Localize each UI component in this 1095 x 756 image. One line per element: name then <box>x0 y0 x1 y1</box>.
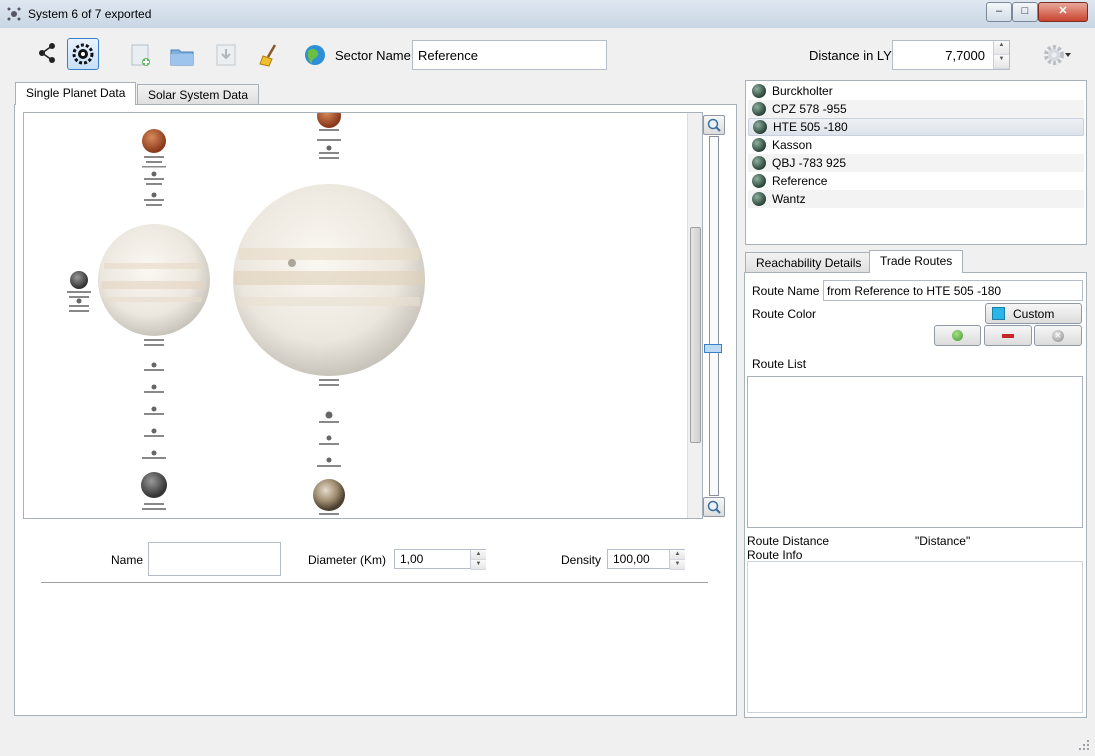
route-list-label: Route List <box>752 357 807 371</box>
planet-icon <box>752 102 766 116</box>
window-title: System 6 of 7 exported <box>28 7 152 21</box>
minimize-button[interactable]: – <box>986 2 1012 22</box>
zoom-slider-track[interactable] <box>709 136 719 496</box>
close-button[interactable]: ✕ <box>1038 2 1088 22</box>
tab-solar-system[interactable]: Solar System Data <box>137 84 260 105</box>
remove-icon <box>1002 333 1014 338</box>
route-info-label: Route Info <box>747 548 803 562</box>
connections-button[interactable] <box>32 38 62 68</box>
route-color-label: Route Color <box>752 307 817 321</box>
new-file-icon <box>131 44 150 66</box>
planet-icon <box>752 84 766 98</box>
planet-top-right <box>317 113 341 128</box>
route-name-label: Route Name <box>752 284 820 298</box>
planet-diagram <box>67 113 425 515</box>
distance-label: Distance in LY <box>809 48 892 63</box>
route-name-input[interactable]: from Reference to HTE 505 -180 <box>823 280 1083 301</box>
zoom-slider-handle[interactable] <box>704 344 722 353</box>
app-icon <box>7 7 21 21</box>
list-item[interactable]: Reference <box>748 172 1084 190</box>
planet-small-moon <box>70 271 88 289</box>
sector-globe <box>300 40 330 70</box>
gear-system-icon <box>72 43 94 65</box>
folder-icon <box>170 49 194 66</box>
form-divider <box>41 582 708 583</box>
app-window: System 6 of 7 exported – □ ✕ Sector Name… <box>0 0 1095 756</box>
planet-gas-giant-small <box>98 224 210 336</box>
canvas-vertical-scrollbar[interactable] <box>687 113 702 518</box>
sector-name-label: Sector Name <box>335 48 411 63</box>
color-swatch <box>992 307 1005 320</box>
list-item[interactable]: QBJ -783 925 <box>748 154 1084 172</box>
list-item-label: Reference <box>772 174 828 188</box>
tab-trade-routes[interactable]: Trade Routes <box>869 250 964 273</box>
list-item-label: HTE 505 -180 <box>773 120 848 134</box>
route-color-button[interactable]: Custom <box>985 303 1082 324</box>
clear-button[interactable] <box>255 40 285 70</box>
broom-icon <box>259 44 277 67</box>
gear-icon <box>1044 45 1071 65</box>
list-item[interactable]: CPZ 578 -955 <box>748 100 1084 118</box>
list-item[interactable]: Kasson <box>748 136 1084 154</box>
list-item[interactable]: Burckholter <box>748 82 1084 100</box>
zoom-out-icon <box>707 500 721 514</box>
planet-icon <box>752 138 766 152</box>
planet-icon <box>752 156 766 170</box>
maximize-button[interactable]: □ <box>1012 2 1038 22</box>
planet-icon <box>752 174 766 188</box>
route-color-button-label: Custom <box>1013 306 1055 321</box>
cancel-route-button[interactable]: ✕ <box>1034 325 1082 346</box>
tab-single-planet[interactable]: Single Planet Data <box>15 82 137 105</box>
cancel-icon: ✕ <box>1052 329 1064 342</box>
remove-route-button[interactable] <box>984 325 1032 346</box>
name-input[interactable] <box>148 542 281 576</box>
route-distance-value: "Distance" <box>915 534 971 548</box>
list-item-label: Wantz <box>772 192 806 206</box>
add-icon <box>952 330 963 341</box>
route-info-box <box>747 561 1083 713</box>
status-bar <box>0 722 1095 756</box>
planet-icon <box>753 120 767 134</box>
globe-icon <box>305 45 325 65</box>
zoom-out-button[interactable] <box>703 497 725 517</box>
density-label: Density <box>561 553 602 567</box>
density-spinner[interactable]: ▲ ▼ <box>669 550 685 570</box>
distance-spinner[interactable]: ▲ ▼ <box>993 41 1009 69</box>
save-button[interactable] <box>211 40 241 70</box>
list-item-label: CPZ 578 -955 <box>772 102 847 116</box>
settings-button[interactable] <box>1040 40 1074 70</box>
zoom-in-icon <box>707 118 721 132</box>
list-item-label: QBJ -783 925 <box>772 156 847 170</box>
route-distance-label: Route Distance <box>747 534 830 548</box>
diameter-label: Diameter (Km) <box>308 553 387 567</box>
name-label: Name <box>111 553 144 567</box>
planet-mars <box>142 129 166 153</box>
system-canvas[interactable] <box>23 112 703 519</box>
list-item-label: Burckholter <box>772 84 833 98</box>
list-item-label: Kasson <box>772 138 813 152</box>
zoom-in-button[interactable] <box>703 115 725 135</box>
toolbar: Sector Name Reference Distance in LY 7,7… <box>0 28 1095 80</box>
title-bar: System 6 of 7 exported – □ ✕ <box>0 0 1095 29</box>
scrollbar-thumb[interactable] <box>690 227 701 443</box>
planet-icon <box>752 192 766 206</box>
open-button[interactable] <box>167 41 197 71</box>
planet-earthlike <box>313 479 345 511</box>
add-route-button[interactable] <box>934 325 981 346</box>
download-icon <box>216 44 236 66</box>
graph-icon <box>39 43 55 63</box>
resize-grip-icon[interactable] <box>1078 739 1090 751</box>
sector-name-input[interactable]: Reference <box>412 40 607 70</box>
planet-rocky-grey <box>141 472 167 498</box>
system-list[interactable]: Burckholter CPZ 578 -955 HTE 505 -180 Ka… <box>745 80 1087 245</box>
tab-reachability[interactable]: Reachability Details <box>745 252 873 273</box>
route-list[interactable] <box>747 376 1083 528</box>
system-view-button[interactable] <box>67 38 99 70</box>
diameter-spinner[interactable]: ▲ ▼ <box>470 550 486 570</box>
list-item[interactable]: Wantz <box>748 190 1084 208</box>
list-item[interactable]: HTE 505 -180 <box>748 118 1084 136</box>
new-button[interactable] <box>126 40 156 70</box>
